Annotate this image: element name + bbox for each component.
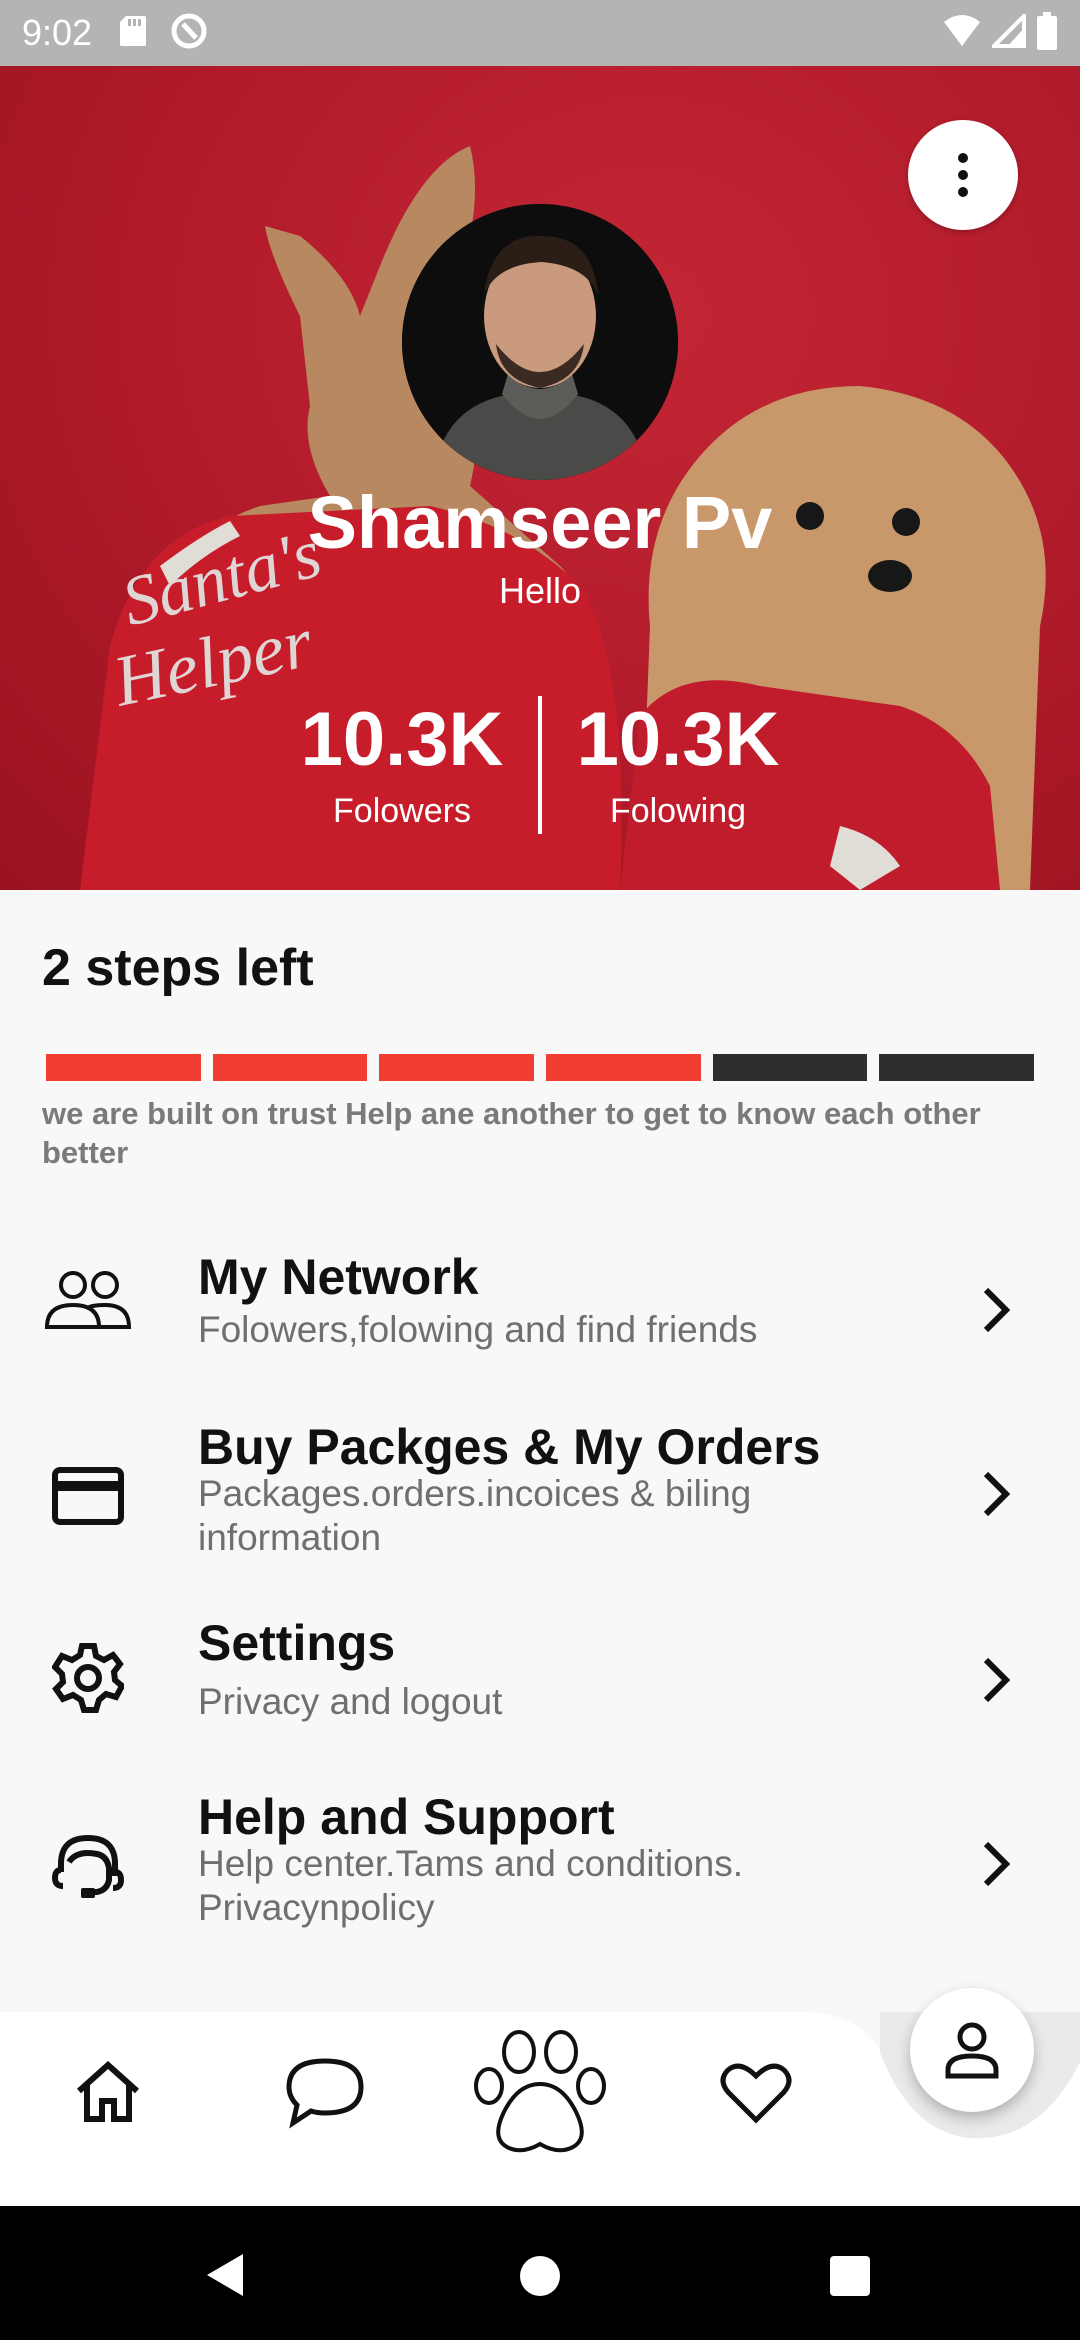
menu-item-my-network[interactable]: My Network Folowers,folowing and find fr… bbox=[0, 1240, 1080, 1380]
back-triangle-icon bbox=[207, 2254, 243, 2296]
chat-icon bbox=[286, 2058, 364, 2129]
profile-icon bbox=[945, 2022, 999, 2079]
more-vert-icon bbox=[958, 153, 968, 197]
following-label: Folowing bbox=[609, 792, 747, 830]
followers-count: 10.3K bbox=[300, 697, 504, 782]
menu-item-subtitle: Help center.Tams and conditions. Privacy… bbox=[198, 1843, 744, 1928]
home-system-button[interactable] bbox=[516, 2252, 564, 2300]
stats-divider bbox=[538, 696, 542, 834]
progress-segment-complete bbox=[46, 1054, 201, 1081]
menu-item-settings[interactable]: Settings Privacy and logout bbox=[0, 1608, 1080, 1748]
progress-segment-pending bbox=[879, 1054, 1035, 1081]
wifi-icon bbox=[942, 14, 982, 53]
followers-stat[interactable]: 10.3K Folowers bbox=[272, 702, 532, 831]
menu-item-subtitle: Privacy and logout bbox=[198, 1681, 503, 1722]
followers-label: Folowers bbox=[333, 792, 471, 830]
battery-icon bbox=[1036, 11, 1058, 55]
menu-item-subtitle: Packages.orders.incoices & biling inform… bbox=[198, 1473, 752, 1558]
recents-square-icon bbox=[830, 2256, 870, 2296]
heart-icon bbox=[720, 2063, 792, 2124]
people-icon bbox=[42, 1260, 134, 1340]
back-button[interactable] bbox=[200, 2250, 250, 2300]
menu-item-help-support[interactable]: Help and Support Help center.Tams and co… bbox=[0, 1780, 1080, 1950]
menu-item-subtitle: Folowers,folowing and find friends bbox=[198, 1309, 758, 1350]
menu-item-title: My Network bbox=[198, 1249, 479, 1305]
menu-item-title: Buy Packges & My Orders bbox=[198, 1419, 821, 1475]
nav-profile[interactable] bbox=[910, 1988, 1034, 2112]
credit-card-icon bbox=[42, 1456, 134, 1536]
chevron-right-icon bbox=[983, 1471, 1011, 1517]
steps-description: we are built on trust Help ane another t… bbox=[42, 1096, 981, 1170]
avatar[interactable] bbox=[402, 204, 678, 480]
steps-title: 2 steps left bbox=[42, 939, 314, 997]
system-navigation-bar bbox=[0, 2206, 1080, 2340]
more-options-button[interactable] bbox=[908, 120, 1018, 230]
status-bar: 9:02 bbox=[0, 0, 1080, 66]
home-circle-icon bbox=[520, 2256, 560, 2296]
menu-item-title: Settings bbox=[198, 1615, 396, 1671]
home-icon bbox=[76, 2061, 140, 2122]
progress-segment-complete bbox=[212, 1054, 368, 1081]
nav-home[interactable] bbox=[68, 2052, 148, 2132]
following-count: 10.3K bbox=[576, 697, 780, 782]
headset-icon bbox=[42, 1826, 134, 1906]
paw-icon bbox=[474, 2030, 606, 2153]
following-stat[interactable]: 10.3K Folowing bbox=[548, 702, 808, 831]
progress-segment-complete bbox=[546, 1054, 701, 1081]
chevron-right-icon bbox=[983, 1841, 1011, 1887]
menu-item-title: Help and Support bbox=[198, 1789, 615, 1845]
status-time: 9:02 bbox=[22, 12, 93, 53]
signal-icon bbox=[989, 10, 1026, 53]
chevron-right-icon bbox=[983, 1287, 1011, 1333]
profile-header: Santa's Helper Shamseer Pv Hello 10.3K F… bbox=[0, 66, 1080, 890]
progress-segment-pending bbox=[712, 1054, 868, 1081]
recents-button[interactable] bbox=[826, 2252, 874, 2300]
nav-favorites[interactable] bbox=[716, 2052, 796, 2132]
nav-chat[interactable] bbox=[280, 2050, 370, 2134]
no-sync-icon bbox=[170, 12, 208, 55]
gear-icon bbox=[42, 1638, 134, 1718]
profile-name: Shamseer Pv bbox=[307, 481, 773, 564]
chevron-right-icon bbox=[983, 1657, 1011, 1703]
profile-status: Hello bbox=[498, 570, 582, 611]
progress-segment-complete bbox=[379, 1054, 535, 1081]
nav-pets[interactable] bbox=[470, 2022, 610, 2162]
sd-card-icon bbox=[118, 14, 148, 53]
steps-progress-bar bbox=[46, 1054, 1035, 1081]
menu-item-buy-packages[interactable]: Buy Packges & My Orders Packages.orders.… bbox=[0, 1410, 1080, 1580]
